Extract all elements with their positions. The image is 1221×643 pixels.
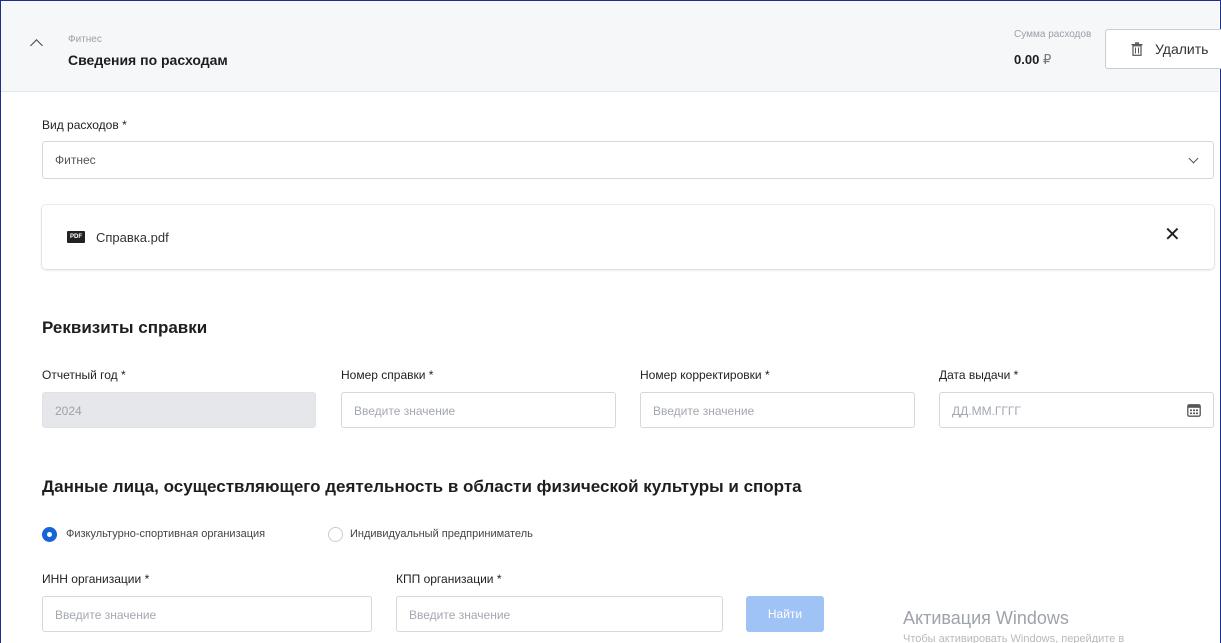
issue-date-label: Дата выдачи * [939,368,1019,382]
report-year-value: 2024 [55,404,82,418]
remove-file-close-icon[interactable]: ✕ [1164,225,1181,245]
requisites-title: Реквизиты справки [42,318,208,337]
expense-header: Фитнес Сведения по расходам Сумма расход… [1,1,1221,92]
cert-number-label: Номер справки * [341,368,434,382]
provider-section-title: Данные лица, осуществляющего деятельност… [42,477,802,496]
correction-number-placeholder: Введите значение [653,404,755,418]
correction-number-input[interactable]: Введите значение [640,392,915,428]
kpp-input[interactable]: Введите значение [396,596,723,632]
inn-label: ИНН организации * [42,572,150,586]
file-name[interactable]: Справка.pdf [96,230,169,245]
expense-type-value: Фитнес [55,153,96,167]
expense-type-select[interactable]: Фитнес [42,141,1214,179]
issue-date-placeholder: ДД.ММ.ГГГГ [952,404,1021,418]
windows-activation-title: Активация Windows [903,608,1069,628]
kpp-placeholder: Введите значение [409,608,511,622]
sum-value: 0.00 ₽ [1014,52,1052,67]
delete-button[interactable]: Удалить [1105,29,1221,69]
radio-organization[interactable] [42,527,57,542]
attached-file-card: PDF Справка.pdf ✕ [42,205,1214,269]
expense-category-caption: Фитнес [68,34,102,45]
windows-activation-subtitle: Чтобы активировать Windows, перейдите в [903,633,1125,643]
radio-entrepreneur[interactable] [328,527,343,542]
sum-label: Сумма расходов [1014,29,1092,40]
kpp-label: КПП организации * [396,572,502,586]
inn-placeholder: Введите значение [55,608,157,622]
report-year-label: Отчетный год * [42,368,126,382]
issue-date-input[interactable]: ДД.ММ.ГГГГ [939,392,1214,428]
cert-number-placeholder: Введите значение [354,404,456,418]
find-button[interactable]: Найти [746,596,824,632]
expense-type-label: Вид расходов * [42,118,127,132]
cert-number-input[interactable]: Введите значение [341,392,616,428]
collapse-chevron-icon[interactable] [30,39,43,52]
currency-sign: ₽ [1042,52,1052,67]
radio-entrepreneur-label[interactable]: Индивидуальный предприниматель [350,528,533,540]
pdf-file-icon: PDF [67,231,85,243]
find-button-label: Найти [767,607,803,621]
correction-number-label: Номер корректировки * [640,368,770,382]
radio-organization-label[interactable]: Физкультурно-спортивная организация [66,528,265,540]
expense-header-title: Сведения по расходам [68,52,228,68]
calendar-icon[interactable] [1187,403,1201,417]
report-year-input: 2024 [42,392,316,428]
chevron-down-icon [1188,153,1199,164]
trash-icon [1131,42,1143,56]
inn-input[interactable]: Введите значение [42,596,372,632]
delete-button-label: Удалить [1155,41,1209,57]
